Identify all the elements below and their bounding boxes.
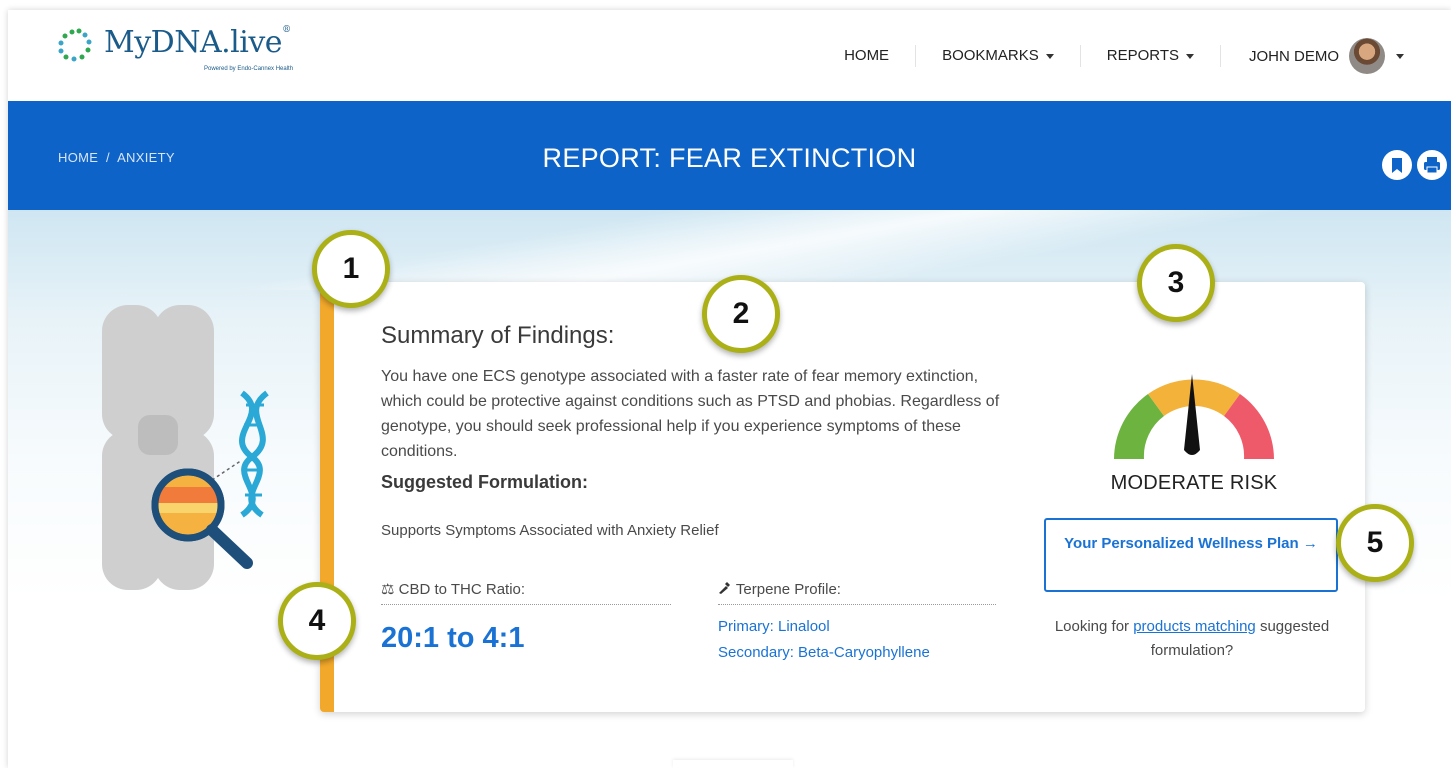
summary-title: Summary of Findings:	[381, 322, 615, 349]
nav-reports-label: REPORTS	[1106, 47, 1179, 64]
user-menu[interactable]: JOHN DEMO	[1221, 38, 1451, 74]
nav-links: HOME BOOKMARKS REPORTS JOHN DEMO	[818, 38, 1451, 74]
chevron-down-icon	[1186, 53, 1194, 59]
products-matching-link[interactable]: products matching	[1133, 618, 1256, 635]
ratio-value: 20:1 to 4:1	[381, 622, 525, 654]
chevron-down-icon	[1396, 54, 1404, 59]
callout-2: 2	[702, 275, 780, 353]
nav-home[interactable]: HOME	[818, 45, 917, 67]
terpene-primary[interactable]: Primary: Linalool	[718, 618, 830, 635]
callout-5: 5	[1336, 504, 1414, 582]
brand-trademark: ®	[282, 25, 291, 35]
scale-icon: ⚖	[381, 581, 395, 598]
top-nav: MyDNA.live® Powered by Endo-Cannex Healt…	[8, 10, 1451, 101]
ratio-label-text: CBD to THC Ratio:	[398, 581, 526, 598]
chevron-down-icon	[1045, 53, 1054, 59]
callout-4: 4	[278, 582, 356, 660]
summary-text: You have one ECS genotype associated wit…	[381, 368, 1000, 460]
bookmark-icon	[1392, 158, 1402, 173]
brand-tagline: Powered by Endo-Cannex Health	[204, 66, 294, 72]
page-title: REPORT: FEAR EXTINCTION	[542, 143, 917, 173]
callout-3: 3	[1137, 244, 1215, 322]
avatar	[1349, 38, 1385, 74]
user-name: JOHN DEMO	[1249, 47, 1339, 65]
products-prompt: Looking for products matching suggested …	[1034, 615, 1350, 663]
nav-bookmarks-label: BOOKMARKS	[942, 47, 1039, 64]
nav-home-label: HOME	[844, 47, 890, 64]
risk-label: MODERATE RISK	[1110, 472, 1278, 494]
terpene-secondary[interactable]: Secondary: Beta-Caryophyllene	[718, 644, 930, 661]
callout-1: 1	[312, 230, 390, 308]
dropper-icon	[718, 581, 736, 598]
nav-bookmarks[interactable]: BOOKMARKS	[916, 45, 1081, 67]
chromosome-dna-illustration	[102, 305, 269, 590]
brand-name: MyDNA.live®	[104, 25, 291, 60]
terpene-label-text: Terpene Profile:	[735, 581, 841, 598]
formulation-text: Supports Symptoms Associated with Anxiet…	[381, 522, 719, 539]
print-button[interactable]	[1417, 150, 1447, 180]
risk-gauge	[1114, 374, 1274, 459]
report-header: HOME / ANXIETY REPORT: FEAR EXTINCTION	[8, 101, 1451, 210]
app-window: MyDNA.live® Powered by Endo-Cannex Healt…	[8, 10, 1451, 768]
report-card: Summary of Findings: You have one ECS ge…	[320, 282, 1365, 712]
logo-dots-icon	[58, 28, 92, 62]
logo[interactable]: MyDNA.live® Powered by Endo-Cannex Healt…	[54, 25, 354, 86]
ratio-label: ⚖ CBD to THC Ratio:	[381, 580, 671, 605]
brand-name-text: MyDNA.live	[104, 25, 283, 60]
formulation-title: Suggested Formulation:	[381, 472, 588, 492]
bottom-tab	[673, 760, 793, 768]
terpene-label: Terpene Profile:	[718, 580, 996, 605]
nav-reports[interactable]: REPORTS	[1081, 45, 1221, 67]
products-prompt-prefix: Looking for	[1054, 618, 1134, 635]
bookmark-button[interactable]	[1382, 150, 1412, 180]
print-icon	[1424, 157, 1440, 174]
wellness-plan-button[interactable]: Your Personalized Wellness Plan →	[1044, 518, 1338, 592]
